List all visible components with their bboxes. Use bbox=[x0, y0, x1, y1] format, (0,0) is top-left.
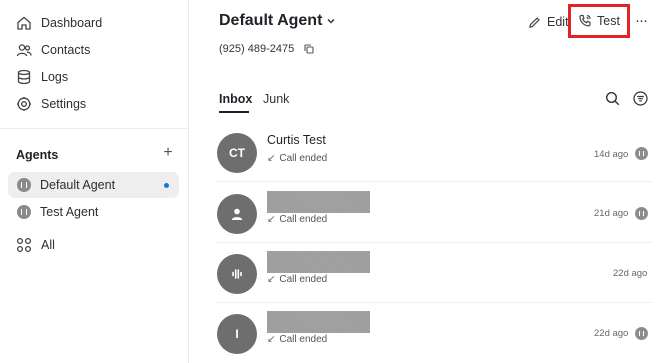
timestamp: 21d ago bbox=[594, 208, 629, 219]
conversation-row[interactable]: CT Curtis Test ↙ Call ended 14d ago bbox=[217, 122, 652, 182]
conversation-status: ↙ Call ended bbox=[267, 153, 327, 164]
incoming-call-icon: ↙ bbox=[267, 334, 276, 345]
redacted-name bbox=[267, 311, 370, 333]
copy-icon[interactable] bbox=[304, 44, 314, 54]
edit-button[interactable]: Edit bbox=[528, 12, 569, 32]
more-options-button[interactable]: ··· bbox=[633, 12, 649, 32]
conversation-status: ↙ Call ended bbox=[267, 214, 327, 225]
database-icon bbox=[16, 69, 32, 85]
avatar: CT bbox=[217, 133, 257, 173]
sidebar-item-label: Logs bbox=[41, 70, 69, 84]
sidebar-item-label: Contacts bbox=[41, 43, 91, 57]
conversation-row[interactable]: ↙ Call ended 22d ago bbox=[217, 243, 652, 303]
incoming-call-icon: ↙ bbox=[267, 214, 276, 225]
phone-call-icon bbox=[579, 14, 591, 27]
agent-badge-icon bbox=[635, 327, 648, 340]
conversation-name: Curtis Test bbox=[267, 133, 326, 147]
timestamp: 14d ago bbox=[594, 149, 629, 160]
status-text: Call ended bbox=[279, 153, 328, 164]
incoming-call-icon: ↙ bbox=[267, 153, 276, 164]
conversation-row[interactable]: ↙ Call ended 21d ago bbox=[217, 183, 652, 243]
voice-wave-icon bbox=[232, 269, 242, 279]
gear-icon bbox=[16, 96, 32, 112]
conversation-status: ↙ Call ended bbox=[267, 334, 327, 345]
sidebar-item-dashboard[interactable]: Dashboard bbox=[8, 10, 180, 36]
agent-avatar-icon bbox=[17, 205, 31, 219]
agents-heading: Agents bbox=[16, 148, 59, 162]
sidebar-item-contacts[interactable]: Contacts bbox=[8, 37, 180, 63]
tab-inbox[interactable]: Inbox bbox=[219, 92, 252, 106]
status-text: Call ended bbox=[279, 334, 328, 345]
page-title: Default Agent bbox=[219, 12, 323, 29]
person-icon bbox=[231, 208, 243, 220]
agent-item-default-agent[interactable]: Default Agent bbox=[8, 172, 179, 198]
avatar bbox=[217, 254, 257, 294]
sidebar-item-label: Settings bbox=[41, 97, 87, 111]
avatar bbox=[217, 194, 257, 234]
timestamp: 22d ago bbox=[594, 328, 629, 339]
sidebar-item-label: Dashboard bbox=[41, 16, 103, 30]
agent-item-label: Test Agent bbox=[40, 205, 99, 219]
sidebar-item-settings[interactable]: Settings bbox=[8, 91, 180, 117]
agent-selector[interactable]: Default Agent bbox=[219, 12, 336, 30]
sidebar-item-label: All bbox=[41, 238, 55, 252]
sidebar: Dashboard Contacts Logs Settings Agents … bbox=[0, 0, 189, 363]
agent-item-test-agent[interactable]: Test Agent bbox=[8, 199, 179, 225]
agent-badge-icon bbox=[635, 207, 648, 220]
add-agent-button[interactable]: + bbox=[161, 145, 175, 161]
pencil-icon bbox=[529, 16, 540, 28]
phone-row: (925) 489-2475 bbox=[219, 43, 314, 55]
agent-badge-icon bbox=[635, 147, 648, 160]
conversation-status: ↙ Call ended bbox=[267, 274, 327, 285]
sidebar-item-all[interactable]: All bbox=[8, 232, 180, 258]
active-tab-indicator bbox=[219, 111, 249, 113]
home-icon bbox=[16, 15, 32, 31]
unread-indicator bbox=[164, 183, 169, 188]
agent-avatar-icon bbox=[17, 178, 31, 192]
test-call-button[interactable]: Test bbox=[568, 4, 630, 38]
edit-label: Edit bbox=[547, 15, 569, 29]
status-text: Call ended bbox=[279, 214, 328, 225]
test-label: Test bbox=[597, 14, 620, 28]
agent-item-label: Default Agent bbox=[40, 178, 116, 192]
filter-icon[interactable] bbox=[633, 91, 648, 106]
contacts-icon bbox=[16, 42, 32, 58]
redacted-name bbox=[267, 191, 370, 213]
tab-junk[interactable]: Junk bbox=[263, 92, 289, 106]
redacted-name bbox=[267, 251, 370, 273]
status-text: Call ended bbox=[279, 274, 328, 285]
chevron-down-icon bbox=[327, 18, 335, 24]
conversation-row[interactable]: I ↙ Call ended 22d ago bbox=[217, 303, 652, 363]
incoming-call-icon: ↙ bbox=[267, 274, 276, 285]
grid-icon bbox=[16, 237, 32, 253]
search-icon[interactable] bbox=[605, 91, 620, 106]
phone-number: (925) 489-2475 bbox=[219, 43, 295, 55]
sidebar-item-logs[interactable]: Logs bbox=[8, 64, 180, 90]
timestamp: 22d ago bbox=[613, 268, 648, 279]
main-panel: Default Agent (925) 489-2475 Edit Test ·… bbox=[189, 0, 670, 363]
avatar: I bbox=[217, 314, 257, 354]
sidebar-divider bbox=[0, 128, 188, 129]
